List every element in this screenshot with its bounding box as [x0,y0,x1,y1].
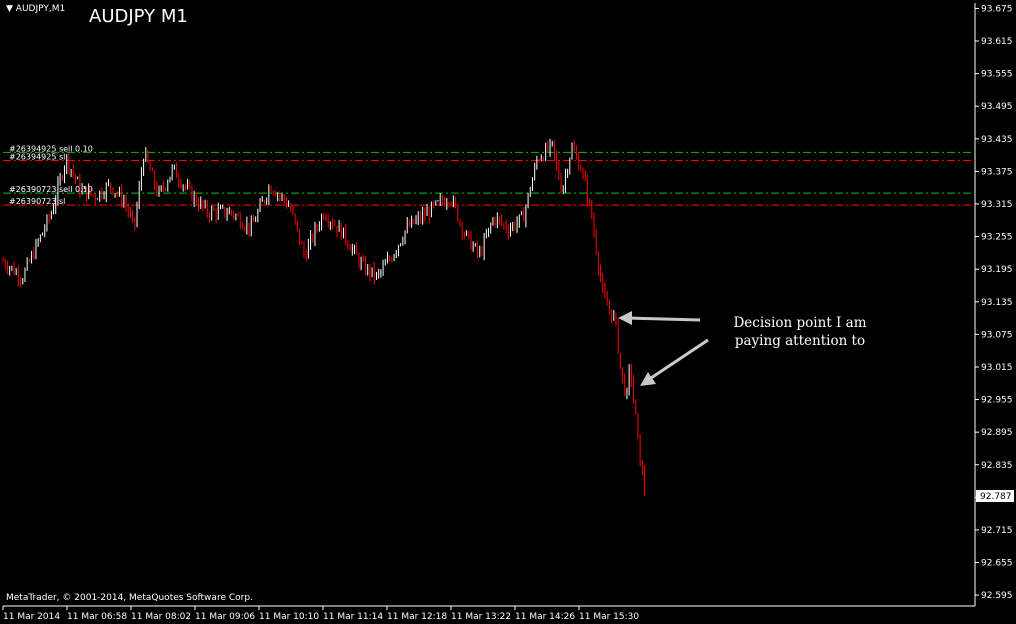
price-tick-label: 93.375 [981,167,1013,177]
price-tick-label: 92.895 [981,428,1013,438]
price-tick-label: 92.835 [981,461,1013,471]
time-tick-label: 11 Mar 2014 [3,612,60,622]
copyright-text: MetaTrader, © 2001-2014, MetaQuotes Soft… [6,593,253,603]
annotation-text: Decision point I am paying attention to [733,315,867,349]
time-tick-label: 11 Mar 15:30 [579,612,639,622]
trade-level-label: #26394925 sl [9,153,65,162]
price-tick-label: 92.955 [981,396,1013,406]
time-tick-label: 11 Mar 08:02 [131,612,191,622]
price-axis: 93.675 93.615 93.555 93.495 93.435 93.375 93.3… [975,4,1013,601]
price-tick-label: 92.595 [981,591,1013,601]
annotation-arrow-left [618,311,701,325]
time-tick-label: 11 Mar 06:58 [67,612,127,622]
price-tick-label: 93.495 [981,102,1013,112]
price-tick-label: 93.075 [981,330,1013,340]
time-tick-label: 11 Mar 09:06 [195,612,255,622]
price-tick-label: 93.675 [981,4,1013,14]
price-tick-label: 92.655 [981,559,1013,569]
time-axis: 11 Mar 2014 11 Mar 06:58 11 Mar 08:02 11 Ma… [2,606,639,622]
trade-level-label: #26390723 sl [9,197,65,206]
time-tick-label: 11 Mar 12:18 [387,612,447,622]
time-tick-label: 11 Mar 11:14 [323,612,383,622]
chart-title: AUDJPY M1 [89,6,188,27]
price-tick-label: 93.195 [981,265,1013,275]
price-tick-label: 93.555 [981,70,1013,80]
symbol-dropdown[interactable]: ▼ AUDJPY,M1 [6,4,65,14]
symbol-label: AUDJPY,M1 [15,4,66,14]
current-price-label: 92.787 [980,492,1012,502]
time-tick-label: 11 Mar 13:22 [451,612,511,622]
price-tick-label: 93.435 [981,135,1013,145]
candles [2,138,646,497]
price-tick-label: 93.315 [981,200,1013,210]
dropdown-triangle-icon: ▼ [6,4,13,14]
annotation-arrow-down [640,338,709,386]
price-chart[interactable]: #26394925 sell 0.10#26394925 sl#26390723… [0,0,1016,624]
time-tick-label: 11 Mar 14:26 [515,612,575,622]
price-tick-label: 93.255 [981,233,1013,243]
price-tick-label: 93.615 [981,37,1013,47]
price-tick-label: 92.715 [981,526,1013,536]
time-tick-label: 11 Mar 10:10 [259,612,319,622]
trade-levels: #26394925 sell 0.10#26394925 sl#26390723… [3,144,975,206]
price-tick-label: 93.015 [981,363,1013,373]
price-tick-label: 93.135 [981,298,1013,308]
